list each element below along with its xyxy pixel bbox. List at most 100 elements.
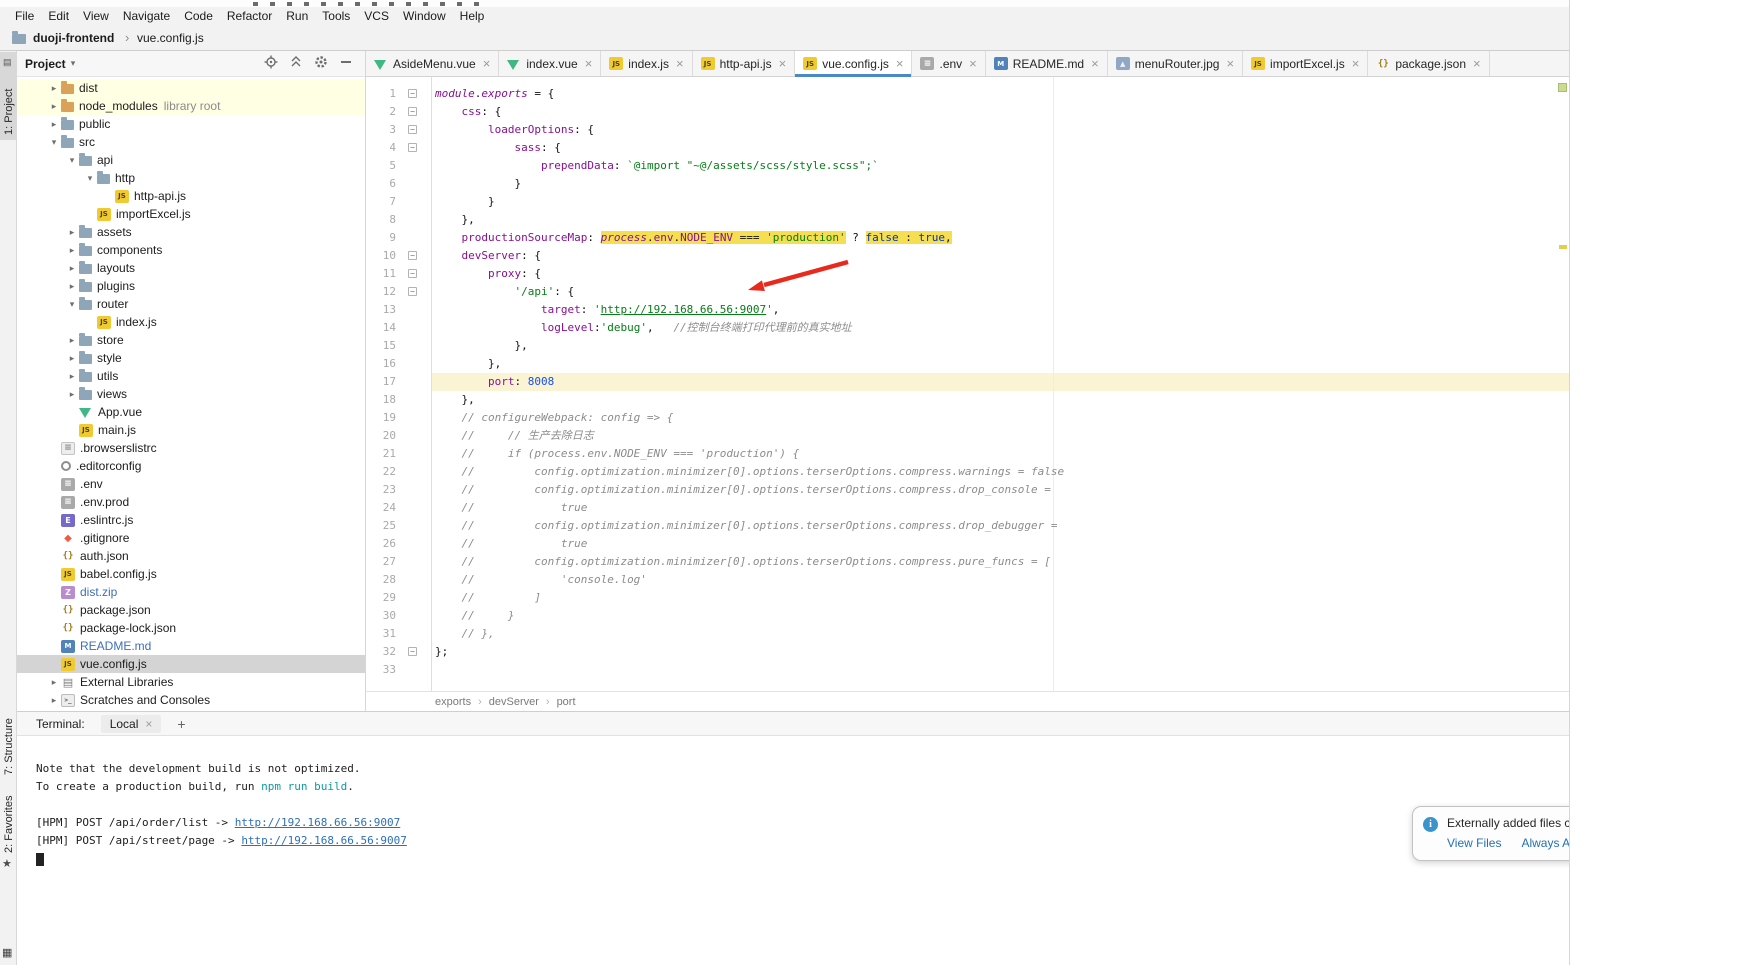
arrow-icon[interactable]: ▸	[65, 389, 79, 400]
arrow-icon[interactable]: ▾	[65, 299, 79, 310]
tab-index-vue[interactable]: index.vue×	[499, 51, 601, 76]
terminal-tab-local[interactable]: Local ×	[101, 715, 162, 733]
tab-index-js[interactable]: JSindex.js×	[601, 51, 692, 76]
fold-icon[interactable]: −	[408, 269, 417, 278]
tree-item-src[interactable]: ▾src	[17, 133, 365, 151]
tree-item-node-modules[interactable]: ▸node_moduleslibrary root	[17, 97, 365, 115]
tab-http-api-js[interactable]: JShttp-api.js×	[693, 51, 796, 76]
tree-item-eslintrc-js[interactable]: E.eslintrc.js	[17, 511, 365, 529]
toolbutton-structure[interactable]: 7: Structure	[3, 718, 15, 775]
fold-icon[interactable]: −	[408, 125, 417, 134]
tab-vue-config-js[interactable]: JSvue.config.js×	[795, 51, 912, 76]
project-toolwindow-icon[interactable]: ▤	[3, 57, 12, 68]
tree-item-index-js[interactable]: JSindex.js	[17, 313, 365, 331]
fold-icon[interactable]: −	[408, 647, 417, 656]
arrow-icon[interactable]: ▸	[47, 677, 61, 688]
tree-item-app-vue[interactable]: App.vue	[17, 403, 365, 421]
tree-item-api[interactable]: ▾api	[17, 151, 365, 169]
close-icon[interactable]: ×	[676, 57, 684, 70]
fold-icon[interactable]: −	[408, 287, 417, 296]
fold-icon[interactable]: −	[408, 251, 417, 260]
favorites-star-icon[interactable]: ★	[2, 857, 12, 870]
tree-item-layouts[interactable]: ▸layouts	[17, 259, 365, 277]
arrow-icon[interactable]: ▸	[47, 119, 61, 130]
fold-icon[interactable]: −	[408, 143, 417, 152]
locate-icon[interactable]	[264, 55, 278, 72]
arrow-icon[interactable]: ▸	[65, 353, 79, 364]
menu-edit[interactable]: Edit	[41, 7, 76, 26]
tree-item-store[interactable]: ▸store	[17, 331, 365, 349]
code-editor[interactable]: module.exports = { css: { loaderOptions:…	[366, 77, 1570, 691]
close-icon[interactable]: ×	[1226, 57, 1234, 70]
project-panel-title[interactable]: Project	[25, 57, 66, 71]
terminal-output[interactable]: Note that the development build is not o…	[17, 736, 1570, 965]
breadcrumb-project[interactable]: duoji-frontend	[33, 31, 114, 45]
arrow-icon[interactable]: ▸	[65, 263, 79, 274]
tree-item-main-js[interactable]: JSmain.js	[17, 421, 365, 439]
tree-item-dist-zip[interactable]: Zdist.zip	[17, 583, 365, 601]
tab-importexcel-js[interactable]: JSimportExcel.js×	[1243, 51, 1368, 76]
hide-panel-icon[interactable]	[339, 55, 353, 72]
toolbutton-favorites[interactable]: 2: Favorites	[3, 796, 15, 853]
notification-action-always-add[interactable]: Always Add	[1521, 836, 1570, 850]
toolwindow-switcher-icon[interactable]: ▦	[2, 946, 12, 959]
breadcrumb-exports[interactable]: exports	[435, 696, 471, 708]
menu-tools[interactable]: Tools	[315, 7, 357, 26]
tree-item-components[interactable]: ▸components	[17, 241, 365, 259]
menu-navigate[interactable]: Navigate	[116, 7, 177, 26]
arrow-icon[interactable]: ▾	[47, 137, 61, 148]
arrow-icon[interactable]: ▸	[65, 371, 79, 382]
close-icon[interactable]: ×	[896, 57, 904, 70]
tree-item-gitignore[interactable]: ◆.gitignore	[17, 529, 365, 547]
fold-icon[interactable]: −	[408, 89, 417, 98]
arrow-icon[interactable]: ▸	[47, 83, 61, 94]
tree-item-http[interactable]: ▾http	[17, 169, 365, 187]
breadcrumb-file[interactable]: vue.config.js	[137, 31, 204, 45]
tree-item-vue-config-js[interactable]: JSvue.config.js	[17, 655, 365, 673]
tree-item-router[interactable]: ▾router	[17, 295, 365, 313]
menu-code[interactable]: Code	[177, 7, 220, 26]
arrow-icon[interactable]: ▾	[65, 155, 79, 166]
tree-item-public[interactable]: ▸public	[17, 115, 365, 133]
arrow-icon[interactable]: ▸	[65, 281, 79, 292]
arrow-icon[interactable]: ▸	[65, 227, 79, 238]
tree-item-auth-json[interactable]: {}auth.json	[17, 547, 365, 565]
tree-item-external-libraries[interactable]: ▸▤External Libraries	[17, 673, 365, 691]
close-icon[interactable]: ×	[483, 57, 491, 70]
tree-item-style[interactable]: ▸style	[17, 349, 365, 367]
close-icon[interactable]: ×	[1352, 57, 1360, 70]
tab-package-json[interactable]: {}package.json×	[1368, 51, 1489, 76]
menu-view[interactable]: View	[76, 7, 116, 26]
tree-item-http-api-js[interactable]: JShttp-api.js	[17, 187, 365, 205]
add-terminal-icon[interactable]: +	[177, 717, 185, 731]
menu-file[interactable]: File	[8, 7, 41, 26]
collapse-all-icon[interactable]	[289, 55, 303, 72]
notification-action-view-files[interactable]: View Files	[1447, 836, 1501, 850]
tree-item-importexcel-js[interactable]: JSimportExcel.js	[17, 205, 365, 223]
toolbutton-project[interactable]: 1: Project	[3, 89, 15, 135]
tree-item-plugins[interactable]: ▸plugins	[17, 277, 365, 295]
breadcrumb-port[interactable]: port	[557, 696, 576, 708]
fold-icon[interactable]: −	[408, 107, 417, 116]
tab-asidemenu-vue[interactable]: AsideMenu.vue×	[366, 51, 499, 76]
menu-run[interactable]: Run	[279, 7, 315, 26]
arrow-icon[interactable]: ▸	[47, 101, 61, 112]
tree-item-scratches-and-consoles[interactable]: ▸>_Scratches and Consoles	[17, 691, 365, 709]
tree-item-babel-config-js[interactable]: JSbabel.config.js	[17, 565, 365, 583]
tree-item-views[interactable]: ▸views	[17, 385, 365, 403]
close-icon[interactable]: ×	[779, 57, 787, 70]
tab-menurouter-jpg[interactable]: ▲menuRouter.jpg×	[1108, 51, 1243, 76]
tree-item-dist[interactable]: ▸dist	[17, 79, 365, 97]
menu-window[interactable]: Window	[396, 7, 453, 26]
arrow-icon[interactable]: ▸	[65, 245, 79, 256]
breadcrumb-devserver[interactable]: devServer	[489, 696, 539, 708]
close-icon[interactable]: ×	[969, 57, 977, 70]
terminal-link[interactable]: http://192.168.66.56:9007	[241, 834, 407, 847]
settings-gear-icon[interactable]	[314, 55, 328, 72]
close-icon[interactable]: ×	[1473, 57, 1481, 70]
terminal-link[interactable]: http://192.168.66.56:9007	[235, 816, 401, 829]
tree-item-browserslistrc[interactable]: ≡.browserslistrc	[17, 439, 365, 457]
tree-item-editorconfig[interactable]: .editorconfig	[17, 457, 365, 475]
close-icon[interactable]: ×	[145, 718, 152, 730]
menu-vcs[interactable]: VCS	[357, 7, 396, 26]
